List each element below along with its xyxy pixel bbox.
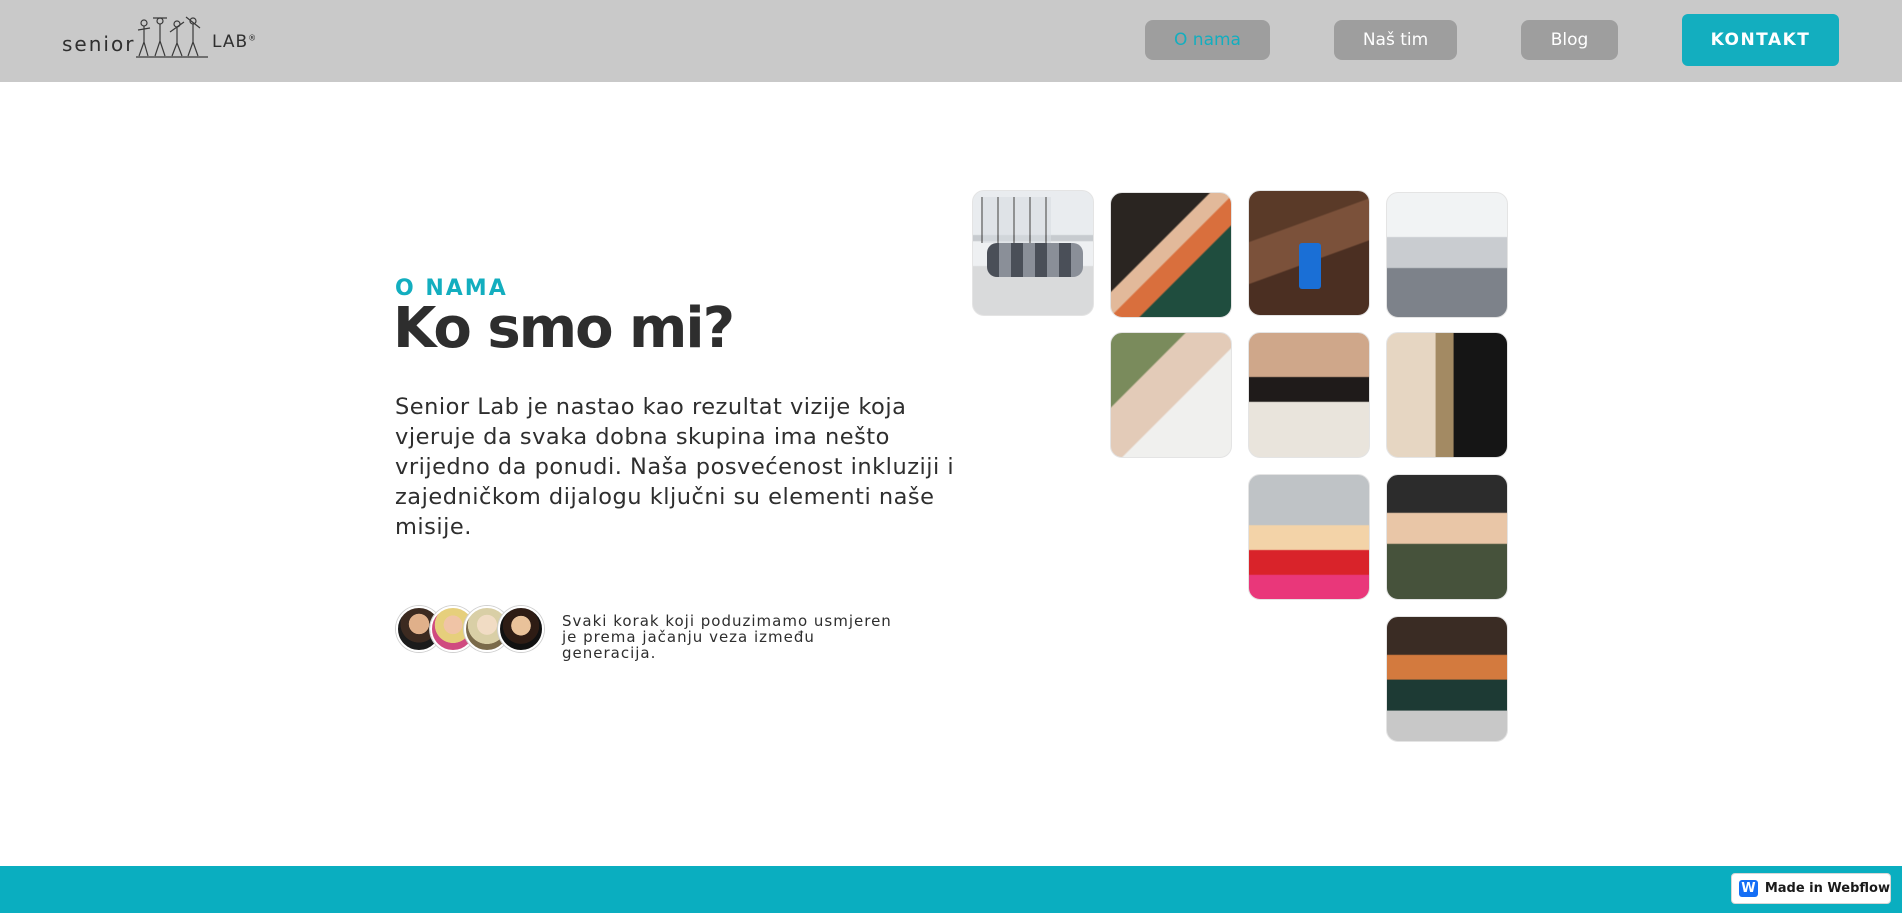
kontakt-button[interactable]: KONTAKT: [1682, 14, 1839, 66]
avatar-group: [396, 606, 546, 654]
photo-women-talking: [1386, 332, 1508, 458]
logo-word-lab: LAB®: [212, 32, 258, 52]
page-title: Ko smo mi?: [393, 296, 735, 361]
photo-office-meeting: [1386, 192, 1508, 318]
photo-laptop-table: [1248, 190, 1370, 316]
photo-women-phones: [1110, 192, 1232, 318]
photo-woman-laptop: [1386, 616, 1508, 742]
nav-o-nama[interactable]: O nama: [1145, 20, 1270, 60]
photo-senior-laptop: [1248, 332, 1370, 458]
photo-group-meeting: [972, 190, 1094, 316]
senior-lab-logo[interactable]: senior LAB®: [62, 14, 256, 62]
photo-smiling-woman: [1248, 474, 1370, 600]
footer-bar: [0, 866, 1902, 913]
logo-word-senior: senior: [62, 32, 136, 56]
photo-three-women: [1386, 474, 1508, 600]
logo-figures-icon: [136, 16, 208, 58]
tagline-text: Svaki korak koji poduzimamo usmjeren je …: [562, 612, 892, 662]
avatar: [498, 606, 544, 652]
nav-blog[interactable]: Blog: [1521, 20, 1618, 60]
made-in-webflow-badge[interactable]: W Made in Webflow: [1731, 873, 1891, 904]
site-header: senior LAB® O nama Naš tim Blog KONTAKT: [0, 0, 1902, 82]
about-description: Senior Lab je nastao kao rezultat vizije…: [395, 394, 955, 540]
registered-mark: ®: [248, 33, 258, 43]
photo-generations-phone: [1110, 332, 1232, 458]
webflow-badge-label: Made in Webflow: [1764, 881, 1890, 896]
webflow-icon: W: [1739, 880, 1758, 897]
nav-nas-tim[interactable]: Naš tim: [1334, 20, 1457, 60]
